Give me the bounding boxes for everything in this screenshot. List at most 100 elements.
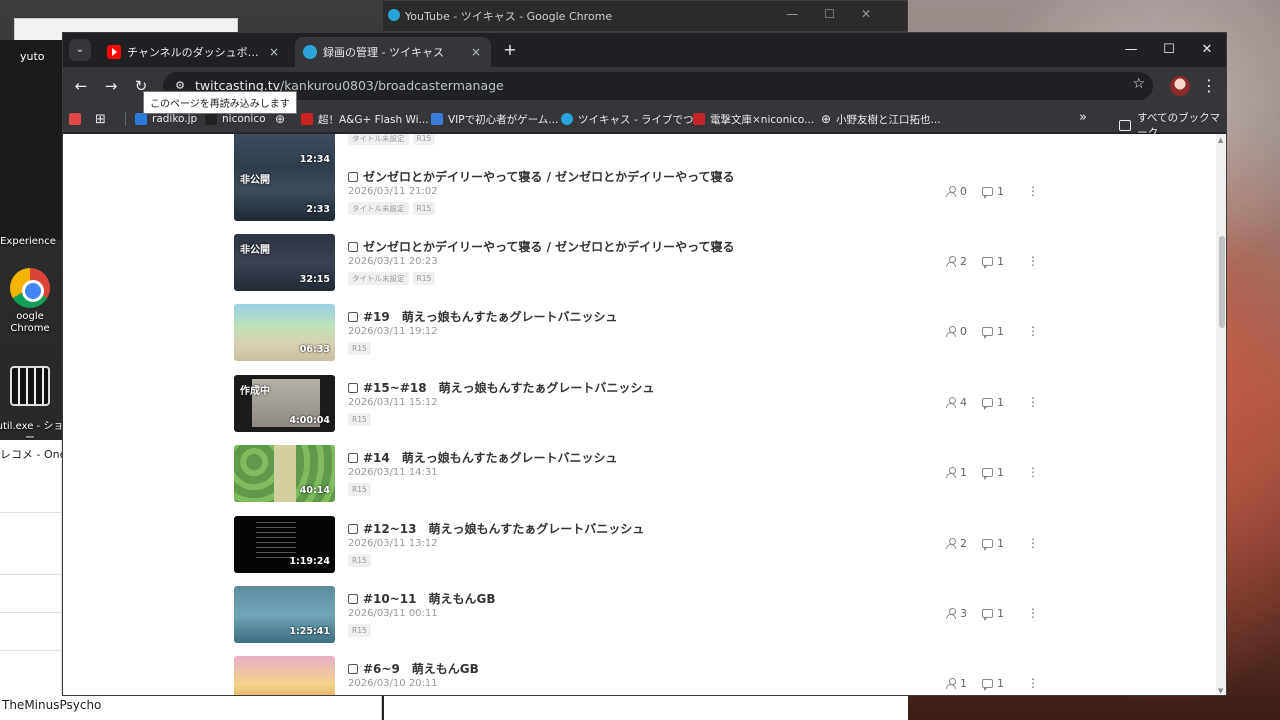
comment-icon — [982, 187, 993, 199]
recording-title[interactable]: ゼンゼロとかデイリーやって寝る / ゼンゼロとかデイリーやって寝る — [363, 168, 735, 185]
recording-title[interactable]: #14 萌えっ娘もんすたぁグレートバニッシュ — [363, 449, 618, 466]
select-checkbox[interactable] — [348, 242, 358, 252]
bookmark-star-icon[interactable]: ☆ — [1132, 76, 1145, 92]
select-checkbox[interactable] — [348, 172, 358, 182]
recording-thumbnail[interactable]: 1:25:41 — [234, 586, 335, 643]
tab-close-icon[interactable]: × — [469, 45, 483, 59]
recording-row[interactable]: 作成中 4:00:04 #15~#18 萌えっ娘もんすたぁグレートバニッシュ 2… — [234, 375, 1044, 433]
recording-duration: 4:00:04 — [289, 415, 330, 426]
user-icon — [946, 397, 956, 408]
view-count: 0 — [946, 325, 967, 338]
recording-tags: R15 — [348, 624, 371, 637]
more-options-icon[interactable]: ⋮ — [1027, 463, 1039, 481]
tab-recording-management[interactable]: 録画の管理 - ツイキャス × — [295, 37, 491, 67]
recording-title[interactable]: #6~9 萌えもんGB — [363, 660, 479, 677]
recording-tags: R15 — [348, 342, 371, 355]
background-app-window[interactable]: yuto — [0, 40, 64, 240]
radiko-icon — [135, 113, 147, 125]
recording-title[interactable]: #12~13 萌えっ娘もんすたぁグレートバニッシュ — [363, 520, 644, 537]
select-checkbox[interactable] — [348, 383, 358, 393]
profile-avatar[interactable] — [1170, 76, 1190, 96]
select-checkbox[interactable] — [348, 524, 358, 534]
select-checkbox[interactable] — [348, 664, 358, 674]
recording-row[interactable]: #6~9 萌えもんGB 2026/03/10 20:11 1 1 ⋮ — [234, 656, 1044, 695]
user-icon — [946, 326, 956, 337]
user-icon — [946, 678, 956, 689]
tag: タイトル未設定 — [348, 272, 409, 285]
comment-count: 1 — [982, 677, 1004, 691]
recording-thumbnail[interactable] — [234, 656, 335, 695]
background-list-text: レコメ - One — [0, 448, 67, 461]
more-options-icon[interactable]: ⋮ — [1027, 182, 1039, 200]
youtube-icon — [107, 45, 121, 59]
more-options-icon[interactable]: ⋮ — [1027, 393, 1039, 411]
recording-title[interactable]: ゼンゼロとかデイリーやって寝る / ゼンゼロとかデイリーやって寝る — [363, 238, 735, 255]
apps-button[interactable]: ⊞ — [95, 110, 106, 128]
recording-row[interactable]: 1:25:41 #10~11 萌えもんGB 2026/03/11 00:11 R… — [234, 586, 1044, 644]
status-badge: 非公開 — [240, 245, 270, 256]
more-options-icon[interactable]: ⋮ — [1027, 252, 1039, 270]
close-window-button[interactable]: ✕ — [1187, 39, 1226, 61]
recording-thumbnail[interactable]: 1:19:24 — [234, 516, 335, 573]
scrollbar-thumb[interactable] — [1219, 236, 1225, 328]
bookmark-red-square[interactable] — [69, 110, 81, 128]
forward-button[interactable]: → — [99, 74, 123, 98]
recording-title[interactable]: #19 萌えっ娘もんすたぁグレートバニッシュ — [363, 308, 618, 325]
bookmark-vip[interactable]: VIPで初心者がゲーム... — [431, 110, 558, 128]
select-checkbox[interactable] — [348, 453, 358, 463]
minimize-button[interactable]: — — [1111, 39, 1151, 61]
new-tab-button[interactable]: + — [499, 39, 521, 61]
recording-date: 2026/03/11 00:11 — [348, 608, 438, 619]
background-window-controls[interactable]: —☐✕ — [786, 7, 897, 21]
back-button[interactable]: ← — [69, 74, 93, 98]
recording-thumbnail[interactable]: 非公開 32:15 — [234, 234, 335, 291]
tab-close-icon[interactable]: × — [267, 45, 281, 59]
more-options-icon[interactable]: ⋮ — [1027, 604, 1039, 622]
select-checkbox[interactable] — [348, 312, 358, 322]
more-options-icon[interactable]: ⋮ — [1027, 322, 1039, 340]
recording-title[interactable]: #15~#18 萌えっ娘もんすたぁグレートバニッシュ — [363, 379, 654, 396]
chrome-menu-icon[interactable]: ⋮ — [1199, 74, 1219, 98]
bookmark-agplus[interactable]: 超！A&G+ Flash Wi... — [301, 110, 429, 128]
maximize-button[interactable]: ☐ — [1149, 39, 1189, 61]
tag: R15 — [348, 483, 371, 496]
page-scrollbar[interactable]: ▲ ▼ — [1216, 134, 1226, 695]
user-icon — [946, 608, 956, 619]
select-checkbox[interactable] — [348, 594, 358, 604]
address-bar[interactable]: ⚙ twitcasting.tv/kankurou0803/broadcaste… — [163, 72, 1153, 100]
recording-date: 2026/03/11 20:23 — [348, 256, 438, 267]
comment-icon — [982, 398, 993, 410]
desktop-icon-chrome[interactable]: oogle Chrome — [0, 268, 64, 335]
tab-youtube-dashboard[interactable]: チャンネルのダッシュボード - YouTube × — [99, 37, 289, 67]
recording-thumbnail[interactable]: 非公開 2:33 — [234, 164, 335, 221]
bookmark-twitcasting[interactable]: ツイキャス - ライブでつ... — [561, 110, 703, 128]
scroll-down-arrow-icon[interactable]: ▼ — [1218, 687, 1223, 695]
bookmark-ono-eguchi[interactable]: ⊕ 小野友樹と江口拓也... — [821, 110, 941, 128]
recording-row[interactable]: 非公開 32:15 ゼンゼロとかデイリーやって寝る / ゼンゼロとかデイリーやっ… — [234, 234, 1044, 292]
bookmark-dengeki[interactable]: 電撃文庫×niconico... — [693, 110, 814, 128]
scroll-up-arrow-icon[interactable]: ▲ — [1218, 136, 1223, 144]
recording-tags: R15 — [348, 483, 371, 496]
chrome-label: oogle Chrome — [10, 311, 50, 334]
more-options-icon[interactable]: ⋮ — [1027, 674, 1039, 692]
recording-tags: R15 — [348, 413, 371, 426]
recording-thumbnail[interactable]: 06:33 — [234, 304, 335, 361]
desktop-icon-experience[interactable]: Experience — [0, 236, 62, 248]
more-options-icon[interactable]: ⋮ — [1027, 534, 1039, 552]
recording-row[interactable]: 1:19:24 #12~13 萌えっ娘もんすたぁグレートバニッシュ 2026/0… — [234, 516, 1044, 574]
recording-thumbnail[interactable]: 40:14 — [234, 445, 335, 502]
recording-date: 2026/03/11 13:12 — [348, 538, 438, 549]
background-list-window[interactable] — [0, 440, 62, 695]
tag: R15 — [412, 134, 436, 145]
bookmarks-overflow-button[interactable]: » — [1079, 110, 1087, 125]
recording-row[interactable]: 40:14 #14 萌えっ娘もんすたぁグレートバニッシュ 2026/03/11 … — [234, 445, 1044, 503]
tab-search-button[interactable]: ⌄ — [69, 39, 91, 61]
recording-row[interactable]: 06:33 #19 萌えっ娘もんすたぁグレートバニッシュ 2026/03/11 … — [234, 304, 1044, 362]
recording-date: 2026/03/11 14:31 — [348, 467, 438, 478]
recording-thumbnail[interactable]: 作成中 4:00:04 — [234, 375, 335, 432]
bookmark-label: ツイキャス - ライブでつ... — [578, 113, 704, 126]
page-content: 12:34 タイトル未設定 R15 非公開 2:33 ゼンゼロとかデイリーやって… — [63, 134, 1216, 695]
recording-row[interactable]: 非公開 2:33 ゼンゼロとかデイリーやって寝る / ゼンゼロとかデイリーやって… — [234, 164, 1044, 222]
background-chrome-window[interactable]: YouTube - ツイキャス - Google Chrome —☐✕ — [382, 0, 908, 32]
recording-title[interactable]: #10~11 萌えもんGB — [363, 590, 496, 607]
